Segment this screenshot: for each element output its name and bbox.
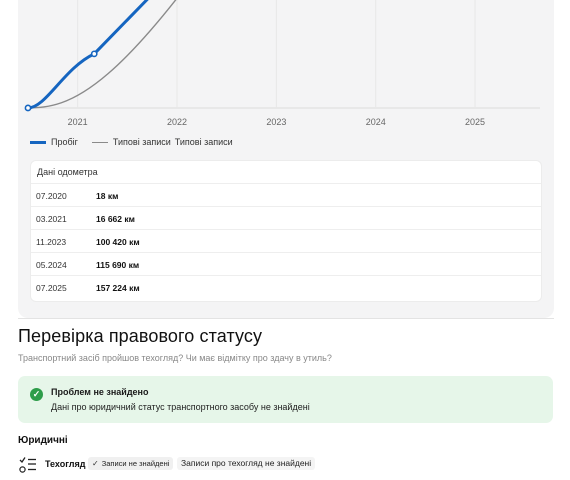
section-divider <box>18 318 554 319</box>
row-value: 115 690 км <box>96 260 140 270</box>
legend-label-mileage: Пробіг <box>51 137 78 147</box>
status-badge-label: Записи не знайдені <box>101 459 170 468</box>
x-tick-label: 2021 <box>68 117 88 127</box>
row-date: 07.2025 <box>36 283 67 293</box>
legal-status-subtitle: Транспортний засіб пройшов техогляд? Чи … <box>18 353 332 363</box>
legend-label-typical-extra: Типові записи <box>174 137 233 147</box>
alert-title: Проблем не знайдено <box>51 387 149 397</box>
x-tick-label: 2023 <box>266 117 286 127</box>
legend-swatch-typical <box>91 141 108 143</box>
x-tick-label: 2025 <box>465 117 485 127</box>
row-value: 16 662 км <box>96 214 135 224</box>
x-tick-label: 2022 <box>167 117 187 127</box>
row-date: 05.2024 <box>36 260 67 270</box>
legend-swatch-mileage <box>30 140 46 144</box>
odometer-table-title: Дані одометра <box>37 167 98 177</box>
row-value: 157 224 км <box>96 283 140 293</box>
table-row: 05.2024 115 690 км <box>31 252 541 276</box>
legal-status-title: Перевірка правового статусу <box>18 326 263 346</box>
mileage-chart: 2021 2022 2023 2024 2025 <box>24 0 540 127</box>
table-row: 11.2023 100 420 км <box>31 229 541 253</box>
table-row: 07.2025 157 224 км <box>31 275 541 299</box>
status-badge: ✓ Записи не знайдені <box>88 457 174 470</box>
x-tick-label: 2024 <box>366 117 386 127</box>
row-value: 18 км <box>96 191 119 201</box>
legal-section-heading: Юридичні <box>18 435 68 446</box>
table-row: 07.2020 18 км <box>31 183 541 207</box>
row-value: 100 420 км <box>96 237 140 247</box>
data-point-mileage <box>24 104 32 112</box>
alert-text: Дані про юридичний статус транспортного … <box>51 402 310 412</box>
checklist-icon <box>19 457 36 473</box>
success-alert: ✓ Проблем не знайдено Дані про юридичний… <box>18 376 553 423</box>
row-date: 11.2023 <box>36 237 67 247</box>
row-date: 03.2021 <box>36 214 67 224</box>
legend-label-typical: Типові записи <box>112 137 171 147</box>
inspection-title: Техогляд <box>45 459 86 469</box>
inspection-description: Записи про техогляд не знайдені <box>177 457 316 470</box>
check-circle-icon: ✓ <box>30 388 43 401</box>
table-row: 03.2021 16 662 км <box>31 206 541 230</box>
check-icon: ✓ <box>92 459 99 468</box>
data-point-mileage <box>90 50 98 58</box>
odometer-table: Дані одометра 07.2020 18 км 03.2021 16 6… <box>30 160 542 302</box>
row-date: 07.2020 <box>36 191 67 201</box>
chart-legend: Пробіг Типові записи Типові записи <box>30 137 237 147</box>
